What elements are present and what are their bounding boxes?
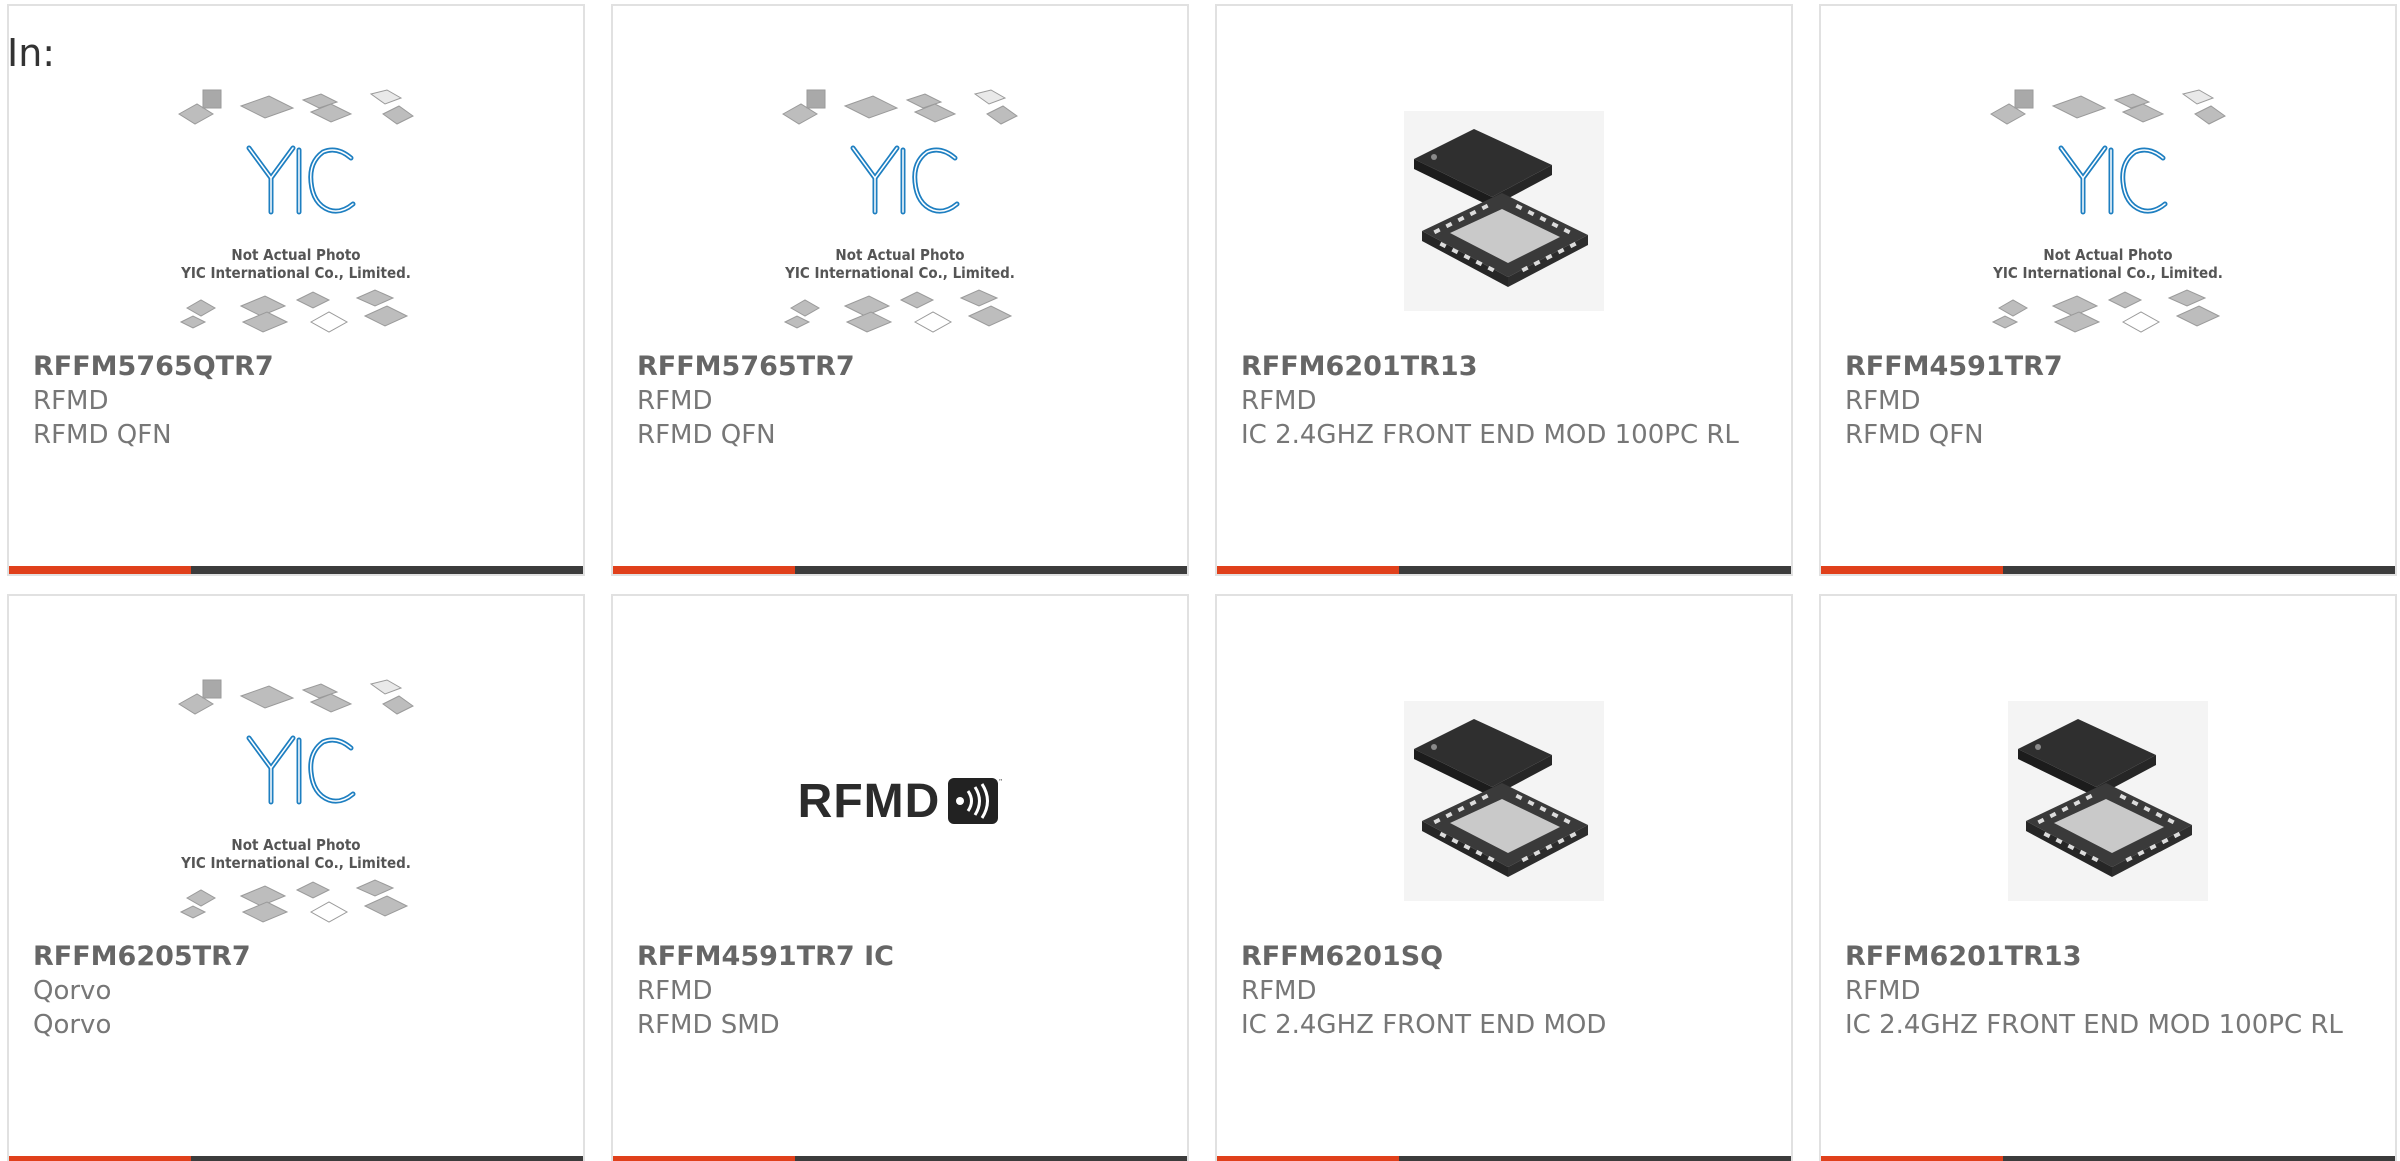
product-image[interactable]: Not Actual Photo YIC International Co., … xyxy=(1973,76,2243,346)
product-info: RFFM6201SQ RFMD IC 2.4GHZ FRONT END MOD xyxy=(1241,940,1767,1042)
placeholder-note-line1: Not Actual Photo xyxy=(231,246,361,264)
card-bottom-bar xyxy=(1217,1156,1791,1161)
page-heading: In: xyxy=(7,31,56,75)
card-accent-bar xyxy=(613,1156,795,1161)
description: RFMD SMD xyxy=(637,1010,780,1040)
placeholder-note-line2: YIC International Co., Limited. xyxy=(785,264,1015,282)
product-grid-page: In: Not Actual Photo YIC International C… xyxy=(0,0,2400,1161)
description: RFMD QFN xyxy=(1845,420,1984,450)
product-card[interactable]: RFFM6201SQ RFMD IC 2.4GHZ FRONT END MOD xyxy=(1215,594,1793,1161)
manufacturer: RFMD xyxy=(1241,976,1317,1006)
part-number-link[interactable]: RFFM4591TR7 IC xyxy=(637,940,1163,974)
product-info: RFFM4591TR7 RFMD RFMD QFN xyxy=(1845,350,2371,452)
placeholder-note: Not Actual Photo YIC International Co., … xyxy=(161,246,431,282)
manufacturer: RFMD xyxy=(637,976,713,1006)
product-card[interactable]: RFMD ™ RFFM4591TR7 ICRFMDRFMD SMD xyxy=(611,594,1189,1161)
card-accent-bar xyxy=(613,566,795,574)
product-image[interactable]: Not Actual Photo YIC International Co., … xyxy=(765,76,1035,346)
description: RFMD QFN xyxy=(637,420,776,450)
product-image[interactable]: RFMD ™ xyxy=(765,666,1035,936)
product-image[interactable]: Not Actual Photo YIC International Co., … xyxy=(161,666,431,936)
manufacturer: RFMD xyxy=(1241,386,1317,416)
description: RFMD QFN xyxy=(33,420,172,450)
placeholder-image: Not Actual Photo YIC International Co., … xyxy=(161,676,431,926)
card-accent-bar xyxy=(1821,1156,2003,1161)
card-bottom-bar xyxy=(1821,566,2395,574)
card-bottom-bar xyxy=(9,1156,583,1161)
card-bottom-bar xyxy=(613,1156,1187,1161)
placeholder-note: Not Actual Photo YIC International Co., … xyxy=(765,246,1035,282)
product-card[interactable]: RFFM6201TR13 RFMD IC 2.4GHZ FRONT END MOD … xyxy=(1215,4,1793,576)
product-image[interactable] xyxy=(1369,76,1639,346)
placeholder-note-line1: Not Actual Photo xyxy=(2043,246,2173,264)
placeholder-note-line1: Not Actual Photo xyxy=(835,246,965,264)
description: Qorvo xyxy=(33,1010,112,1040)
product-card[interactable]: Not Actual Photo YIC International Co., … xyxy=(611,4,1189,576)
manufacturer: RFMD xyxy=(1845,386,1921,416)
product-info: RFFM4591TR7 IC RFMD RFMD SMD xyxy=(637,940,1163,1042)
part-number-link[interactable]: RFFM6201SQ xyxy=(1241,940,1767,974)
card-accent-bar xyxy=(1217,566,1399,574)
part-number-link[interactable]: RFFM6205TR7 xyxy=(33,940,559,974)
rfmd-signal-icon: ™ xyxy=(948,778,1002,824)
product-image[interactable]: Not Actual Photo YIC International Co., … xyxy=(161,76,431,346)
qfn-chip-image xyxy=(2008,701,2208,901)
product-info: RFFM6201TR13 RFMD IC 2.4GHZ FRONT END MOD … xyxy=(1241,350,1767,452)
card-accent-bar xyxy=(1217,1156,1399,1161)
part-number-link[interactable]: RFFM6201TR13 xyxy=(1241,350,1767,384)
manufacturer: RFMD xyxy=(1845,976,1921,1006)
manufacturer: RFMD xyxy=(637,386,713,416)
placeholder-image: Not Actual Photo YIC International Co., … xyxy=(765,86,1035,336)
placeholder-image: Not Actual Photo YIC International Co., … xyxy=(1973,86,2243,336)
manufacturer: RFMD xyxy=(33,386,109,416)
product-card[interactable]: Not Actual Photo YIC International Co., … xyxy=(7,4,585,576)
card-accent-bar xyxy=(1821,566,2003,574)
placeholder-note: Not Actual Photo YIC International Co., … xyxy=(161,836,431,872)
manufacturer: Qorvo xyxy=(33,976,112,1006)
product-card[interactable]: RFFM6201TR13 RFMD IC 2.4GHZ FRONT END MOD … xyxy=(1819,594,2397,1161)
product-image[interactable] xyxy=(1369,666,1639,936)
card-bottom-bar xyxy=(1217,566,1791,574)
card-bottom-bar xyxy=(1821,1156,2395,1161)
product-info: RFFM6205TR7 Qorvo Qorvo xyxy=(33,940,559,1042)
card-bottom-bar xyxy=(613,566,1187,574)
placeholder-note: Not Actual Photo YIC International Co., … xyxy=(1973,246,2243,282)
part-number-link[interactable]: RFFM4591TR7 xyxy=(1845,350,2371,384)
description: IC 2.4GHZ FRONT END MOD 100PC RL xyxy=(1845,1010,2343,1040)
product-info: RFFM5765QTR7 RFMD RFMD QFN xyxy=(33,350,559,452)
description: IC 2.4GHZ FRONT END MOD 100PC RL xyxy=(1241,420,1739,450)
product-card[interactable]: Not Actual Photo YIC International Co., … xyxy=(1819,4,2397,576)
qfn-chip-image xyxy=(1404,111,1604,311)
card-accent-bar xyxy=(9,1156,191,1161)
placeholder-image: Not Actual Photo YIC International Co., … xyxy=(161,86,431,336)
part-number-link[interactable]: RFFM5765TR7 xyxy=(637,350,1163,384)
product-card[interactable]: Not Actual Photo YIC International Co., … xyxy=(7,594,585,1161)
rfmd-logo-text: RFMD xyxy=(797,774,941,828)
card-accent-bar xyxy=(9,566,191,574)
part-number-link[interactable]: RFFM6201TR13 xyxy=(1845,940,2371,974)
part-number-link[interactable]: RFFM5765QTR7 xyxy=(33,350,559,384)
placeholder-note-line2: YIC International Co., Limited. xyxy=(1993,264,2223,282)
product-image[interactable] xyxy=(1973,666,2243,936)
card-bottom-bar xyxy=(9,566,583,574)
description: IC 2.4GHZ FRONT END MOD xyxy=(1241,1010,1607,1040)
product-info: RFFM6201TR13 RFMD IC 2.4GHZ FRONT END MOD … xyxy=(1845,940,2371,1042)
product-grid: Not Actual Photo YIC International Co., … xyxy=(0,0,2400,1161)
placeholder-note-line2: YIC International Co., Limited. xyxy=(181,264,411,282)
placeholder-note-line2: YIC International Co., Limited. xyxy=(181,854,411,872)
svg-text:™: ™ xyxy=(998,778,1002,786)
rfmd-logo: RFMD ™ xyxy=(798,774,1003,829)
product-info: RFFM5765TR7 RFMD RFMD QFN xyxy=(637,350,1163,452)
qfn-chip-image xyxy=(1404,701,1604,901)
placeholder-note-line1: Not Actual Photo xyxy=(231,836,361,854)
